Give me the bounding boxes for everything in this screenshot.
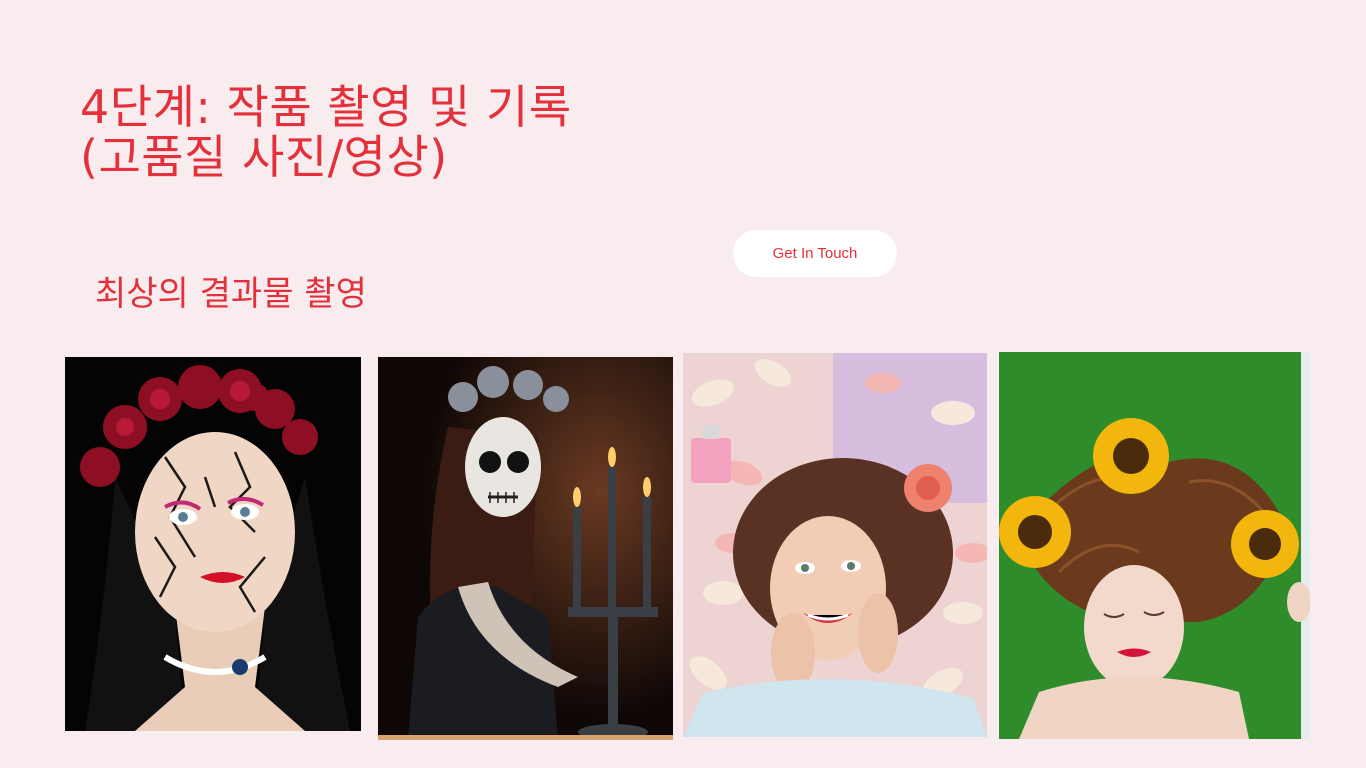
get-in-touch-button[interactable]: Get In Touch [733,230,897,277]
section-subtitle: 최상의 결과물 촬영 [95,274,367,314]
gallery-photo-flower-petals [683,353,987,737]
flower-petals-illustration [683,353,987,737]
sunflowers-illustration [999,352,1310,739]
page-title: 4단계: 작품 촬영 및 기록 (고품질 사진/영상) [80,80,572,184]
doll-makeup-illustration [65,357,361,731]
gallery-photo-doll-makeup [65,357,361,731]
gallery-photo-sugar-skull [378,357,673,740]
gallery-photo-sunflowers [999,352,1310,739]
sugar-skull-illustration [378,357,673,740]
